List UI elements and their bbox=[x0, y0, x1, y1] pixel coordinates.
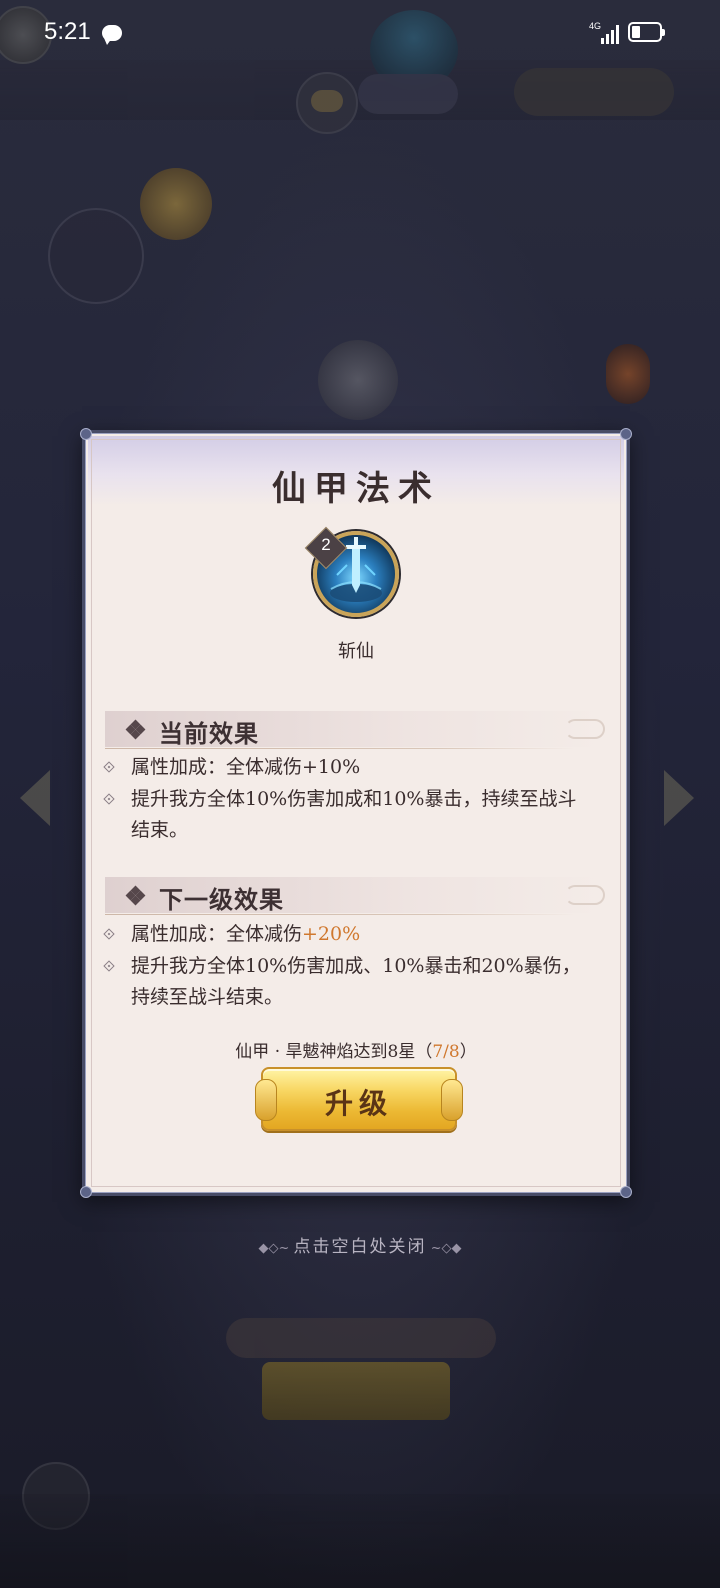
next-effect-attr-label: 属性加成：全体减伤 bbox=[131, 923, 303, 945]
background-lantern-icon bbox=[606, 344, 650, 404]
background-energy-pill bbox=[514, 68, 674, 116]
background-face-icon bbox=[318, 340, 398, 420]
requirement-text: 仙甲 · 旱魃神焰达到8星 bbox=[235, 1042, 416, 1062]
armor-spell-dialog: 仙甲法术 2 斩仙 当前效果 属性加成：全体减伤+10% 提升我方全体10%伤害… bbox=[80, 428, 632, 1198]
hint-right-ornament-icon: ~◇◆ bbox=[426, 1241, 462, 1256]
next-effect-item: 提升我方全体10%伤害加成、10%暴击和20%暴伤，持续至战斗结束。 bbox=[103, 951, 583, 1013]
background-ring-icon bbox=[48, 208, 144, 304]
current-effect-item: 提升我方全体10%伤害加成和10%暴击，持续至战斗结束。 bbox=[103, 784, 583, 846]
next-effect-text: 提升我方全体10%伤害加成、10%暴击和20%暴伤，持续至战斗结束。 bbox=[131, 955, 581, 1008]
background-right-arrow-icon bbox=[664, 770, 694, 826]
current-effect-title: 当前效果 bbox=[159, 719, 259, 748]
next-effect-attr-value: +20% bbox=[302, 923, 361, 945]
bullet-icon bbox=[103, 761, 115, 773]
diamond-bullet-icon bbox=[125, 719, 146, 740]
next-effect-header: 下一级效果 bbox=[105, 877, 605, 915]
skill-name: 斩仙 bbox=[338, 641, 374, 662]
close-hint-text: 点击空白处关闭 bbox=[293, 1237, 427, 1257]
requirement-progress: 7/8 bbox=[432, 1042, 460, 1062]
upgrade-requirement: 仙甲 · 旱魃神焰达到8星（7/8） bbox=[235, 1042, 477, 1062]
background-left-arrow-icon bbox=[20, 770, 50, 826]
status-time: 5:21 bbox=[44, 18, 91, 45]
cloud-ornament-icon bbox=[565, 719, 605, 739]
bullet-icon bbox=[103, 928, 115, 940]
corner-ornament-icon bbox=[620, 428, 632, 440]
diamond-bullet-icon bbox=[125, 885, 146, 906]
current-effect-item: 属性加成：全体减伤+10% bbox=[103, 752, 583, 783]
dialog-title: 仙甲法术 bbox=[272, 469, 440, 509]
section-divider bbox=[105, 748, 575, 749]
current-effect-text: 属性加成：全体减伤+10% bbox=[131, 756, 361, 778]
hint-left-ornament-icon: ◆◇~ bbox=[258, 1241, 294, 1256]
next-effect-item: 属性加成：全体减伤+20% bbox=[103, 919, 583, 950]
skill-level: 2 bbox=[321, 535, 331, 554]
signal-icon bbox=[600, 22, 622, 44]
current-effect-header: 当前效果 bbox=[105, 711, 605, 749]
message-icon bbox=[102, 25, 122, 45]
screen: 5:21 4G 仙甲法术 2 斩仙 当前效果 属性加成：全体减伤+10% 提升我… bbox=[0, 0, 720, 1588]
battery-icon bbox=[628, 22, 665, 42]
corner-ornament-icon bbox=[80, 1186, 92, 1198]
next-effect-title: 下一级效果 bbox=[159, 885, 284, 914]
section-divider bbox=[105, 914, 575, 915]
close-hint[interactable]: ◆◇~ 点击空白处关闭 ~◇◆ bbox=[0, 1232, 720, 1257]
background-chat-icon bbox=[296, 72, 358, 134]
background-resource-pill bbox=[358, 74, 458, 114]
current-effect-text: 提升我方全体10%伤害加成和10%暴击，持续至战斗结束。 bbox=[131, 788, 577, 841]
background-sun-icon bbox=[140, 168, 212, 240]
upgrade-button-label: 升级 bbox=[324, 1087, 393, 1120]
corner-ornament-icon bbox=[620, 1186, 632, 1198]
corner-ornament-icon bbox=[80, 428, 92, 440]
bullet-icon bbox=[103, 793, 115, 805]
background-bottom-bar bbox=[0, 1494, 720, 1588]
upgrade-button[interactable]: 升级 bbox=[255, 1067, 463, 1131]
background-reward-bar bbox=[226, 1318, 496, 1358]
background-confirm-button bbox=[262, 1362, 450, 1420]
bullet-icon bbox=[103, 960, 115, 972]
status-bar: 5:21 4G bbox=[0, 0, 720, 66]
cloud-ornament-icon bbox=[565, 885, 605, 905]
